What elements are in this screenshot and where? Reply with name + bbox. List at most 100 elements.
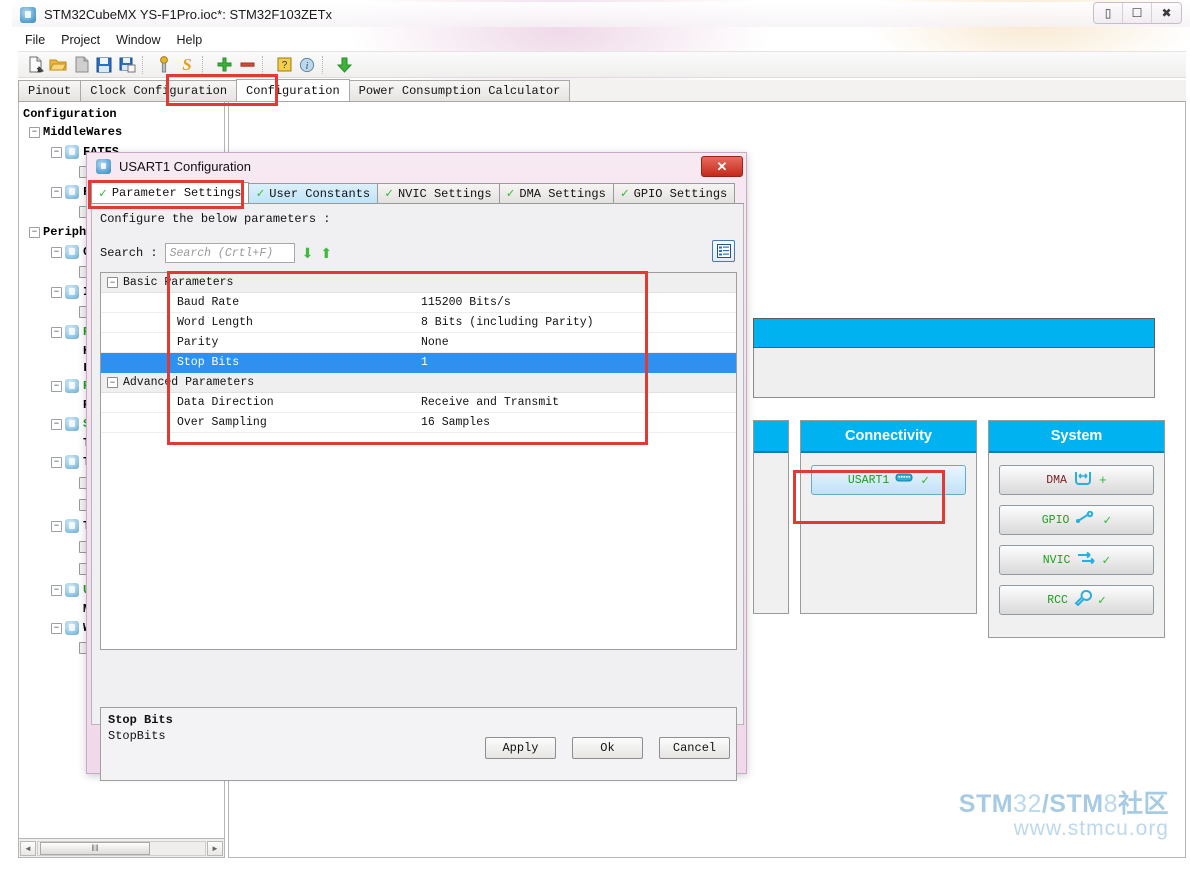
check-icon: ✓	[1097, 592, 1106, 608]
collapse-icon[interactable]: −	[51, 246, 62, 258]
dialog-title-bar: USART1 Configuration	[87, 153, 746, 180]
table-group-row[interactable]: − Basic Parameters	[101, 273, 736, 293]
minimize-button[interactable]: ▯	[1094, 3, 1123, 23]
tree-horizontal-scrollbar[interactable]: ◄ ‖‖ ►	[18, 839, 225, 858]
collapse-icon[interactable]: −	[29, 226, 40, 238]
tab-label: GPIO Settings	[633, 186, 728, 201]
scrollbar-track[interactable]: ‖‖	[37, 840, 206, 856]
collapse-icon[interactable]: −	[29, 126, 40, 138]
peripheral-button-dma[interactable]: DMA +	[999, 465, 1154, 495]
parameter-value[interactable]: 8 Bits (including Parity)	[421, 316, 736, 329]
peripheral-icon	[65, 285, 79, 299]
menu-help[interactable]: Help	[170, 32, 210, 48]
parameter-value[interactable]: Receive and Transmit	[421, 396, 736, 409]
zoom-out-icon[interactable]	[236, 54, 258, 76]
watermark-line1: STM32/STM8社区	[959, 791, 1169, 817]
collapse-icon[interactable]: −	[51, 418, 62, 430]
table-row[interactable]: Parity None	[101, 333, 736, 353]
scroll-left-button[interactable]: ◄	[20, 840, 36, 856]
arrow-down-icon[interactable]: ⬇	[302, 246, 314, 260]
download-icon[interactable]	[333, 54, 355, 76]
check-icon: ✓	[99, 185, 107, 201]
about-icon[interactable]: i	[296, 54, 318, 76]
generate-code-icon[interactable]	[153, 54, 175, 76]
close-button[interactable]: ✖	[1152, 3, 1181, 23]
menu-bar: File Project Window Help	[18, 31, 1190, 49]
tab-nvic-settings[interactable]: ✓ NVIC Settings	[377, 183, 500, 203]
peripheral-columns: Connectivity USART1 ✓ System DMA + GPIO …	[753, 420, 1165, 638]
collapse-icon[interactable]: −	[107, 377, 118, 388]
scroll-right-button[interactable]: ►	[207, 840, 223, 856]
collapse-icon[interactable]: −	[51, 146, 62, 158]
close-project-icon[interactable]	[70, 54, 92, 76]
parameters-table[interactable]: − Basic Parameters Baud Rate 115200 Bits…	[100, 272, 737, 650]
cube-icon	[96, 159, 111, 174]
check-icon: ✓	[921, 472, 930, 488]
zoom-in-icon[interactable]	[213, 54, 235, 76]
dma-icon	[1073, 470, 1093, 490]
check-icon: ✓	[620, 186, 629, 201]
collapse-icon[interactable]: −	[51, 380, 62, 392]
collapse-icon[interactable]: −	[51, 186, 62, 198]
maximize-button[interactable]: ☐	[1123, 3, 1152, 23]
table-row[interactable]: Over Sampling 16 Samples	[101, 413, 736, 433]
peripheral-button-label: DMA	[1046, 473, 1067, 487]
help-icon[interactable]: ?	[273, 54, 295, 76]
tab-clock-configuration[interactable]: Clock Configuration	[80, 80, 238, 101]
peripheral-button-usart1[interactable]: USART1 ✓	[811, 465, 966, 495]
peripheral-button-rcc[interactable]: RCC ✓	[999, 585, 1154, 615]
collapse-icon[interactable]: −	[51, 456, 62, 468]
parameter-value[interactable]: 115200 Bits/s	[421, 296, 736, 309]
report-icon[interactable]: S	[176, 54, 198, 76]
save-as-icon[interactable]	[116, 54, 138, 76]
tab-pinout[interactable]: Pinout	[18, 80, 82, 101]
peripheral-column-connectivity: Connectivity USART1 ✓	[800, 420, 977, 614]
open-project-icon[interactable]	[47, 54, 69, 76]
tab-power-consumption-calculator[interactable]: Power Consumption Calculator	[348, 80, 571, 101]
table-group-row[interactable]: − Advanced Parameters	[101, 373, 736, 393]
tree-group-label: MiddleWares	[43, 125, 123, 139]
peripheral-button-nvic[interactable]: NVIC ✓	[999, 545, 1154, 575]
list-view-icon[interactable]	[712, 240, 735, 262]
tab-dma-settings[interactable]: ✓ DMA Settings	[498, 183, 614, 203]
tab-configuration[interactable]: Configuration	[236, 79, 350, 101]
table-row[interactable]: Word Length 8 Bits (including Parity)	[101, 313, 736, 333]
collapse-icon[interactable]: −	[51, 622, 62, 634]
check-icon: ✓	[385, 186, 393, 201]
table-row-selected[interactable]: Stop Bits 1	[101, 353, 736, 373]
peripheral-column-title: System	[989, 421, 1164, 453]
tab-parameter-settings[interactable]: ✓ Parameter Settings	[91, 182, 250, 203]
collapse-icon[interactable]: −	[107, 277, 118, 288]
search-input[interactable]: Search (Crtl+F)	[164, 243, 295, 263]
ok-button[interactable]: Ok	[572, 737, 643, 759]
apply-button[interactable]: Apply	[485, 737, 556, 759]
dialog-close-button[interactable]: ✕	[701, 156, 743, 177]
collapse-icon[interactable]: −	[51, 326, 62, 338]
collapse-icon[interactable]: −	[51, 584, 62, 596]
parameter-value[interactable]: None	[421, 336, 736, 349]
menu-file[interactable]: File	[18, 32, 52, 48]
collapse-icon[interactable]: −	[51, 286, 62, 298]
check-icon: ✓	[1102, 552, 1111, 568]
menu-project[interactable]: Project	[54, 32, 107, 48]
scrollbar-thumb[interactable]: ‖‖	[40, 841, 150, 855]
peripheral-button-gpio[interactable]: GPIO ✓	[999, 505, 1154, 535]
parameter-name: Over Sampling	[177, 416, 267, 429]
menu-window[interactable]: Window	[109, 32, 167, 48]
arrow-up-icon[interactable]: ⬆	[320, 246, 332, 260]
parameter-value[interactable]: 1	[421, 356, 736, 369]
tab-user-constants[interactable]: ✓ User Constants	[248, 183, 379, 203]
search-label: Search :	[100, 246, 158, 260]
table-row[interactable]: Baud Rate 115200 Bits/s	[101, 293, 736, 313]
table-row[interactable]: Data Direction Receive and Transmit	[101, 393, 736, 413]
tree-group-middlewares[interactable]: − MiddleWares	[21, 122, 224, 142]
parameter-value[interactable]: 16 Samples	[421, 416, 736, 429]
tab-gpio-settings[interactable]: ✓ GPIO Settings	[612, 183, 736, 203]
new-project-icon[interactable]	[24, 54, 46, 76]
collapse-icon[interactable]: −	[51, 520, 62, 532]
cancel-button[interactable]: Cancel	[659, 737, 730, 759]
usart1-configuration-dialog: USART1 Configuration ✕ ✓ Parameter Setti…	[86, 152, 747, 781]
dialog-body: Configure the below parameters : Search …	[91, 204, 744, 781]
save-icon[interactable]	[93, 54, 115, 76]
peripheral-button-label: RCC	[1047, 593, 1068, 607]
